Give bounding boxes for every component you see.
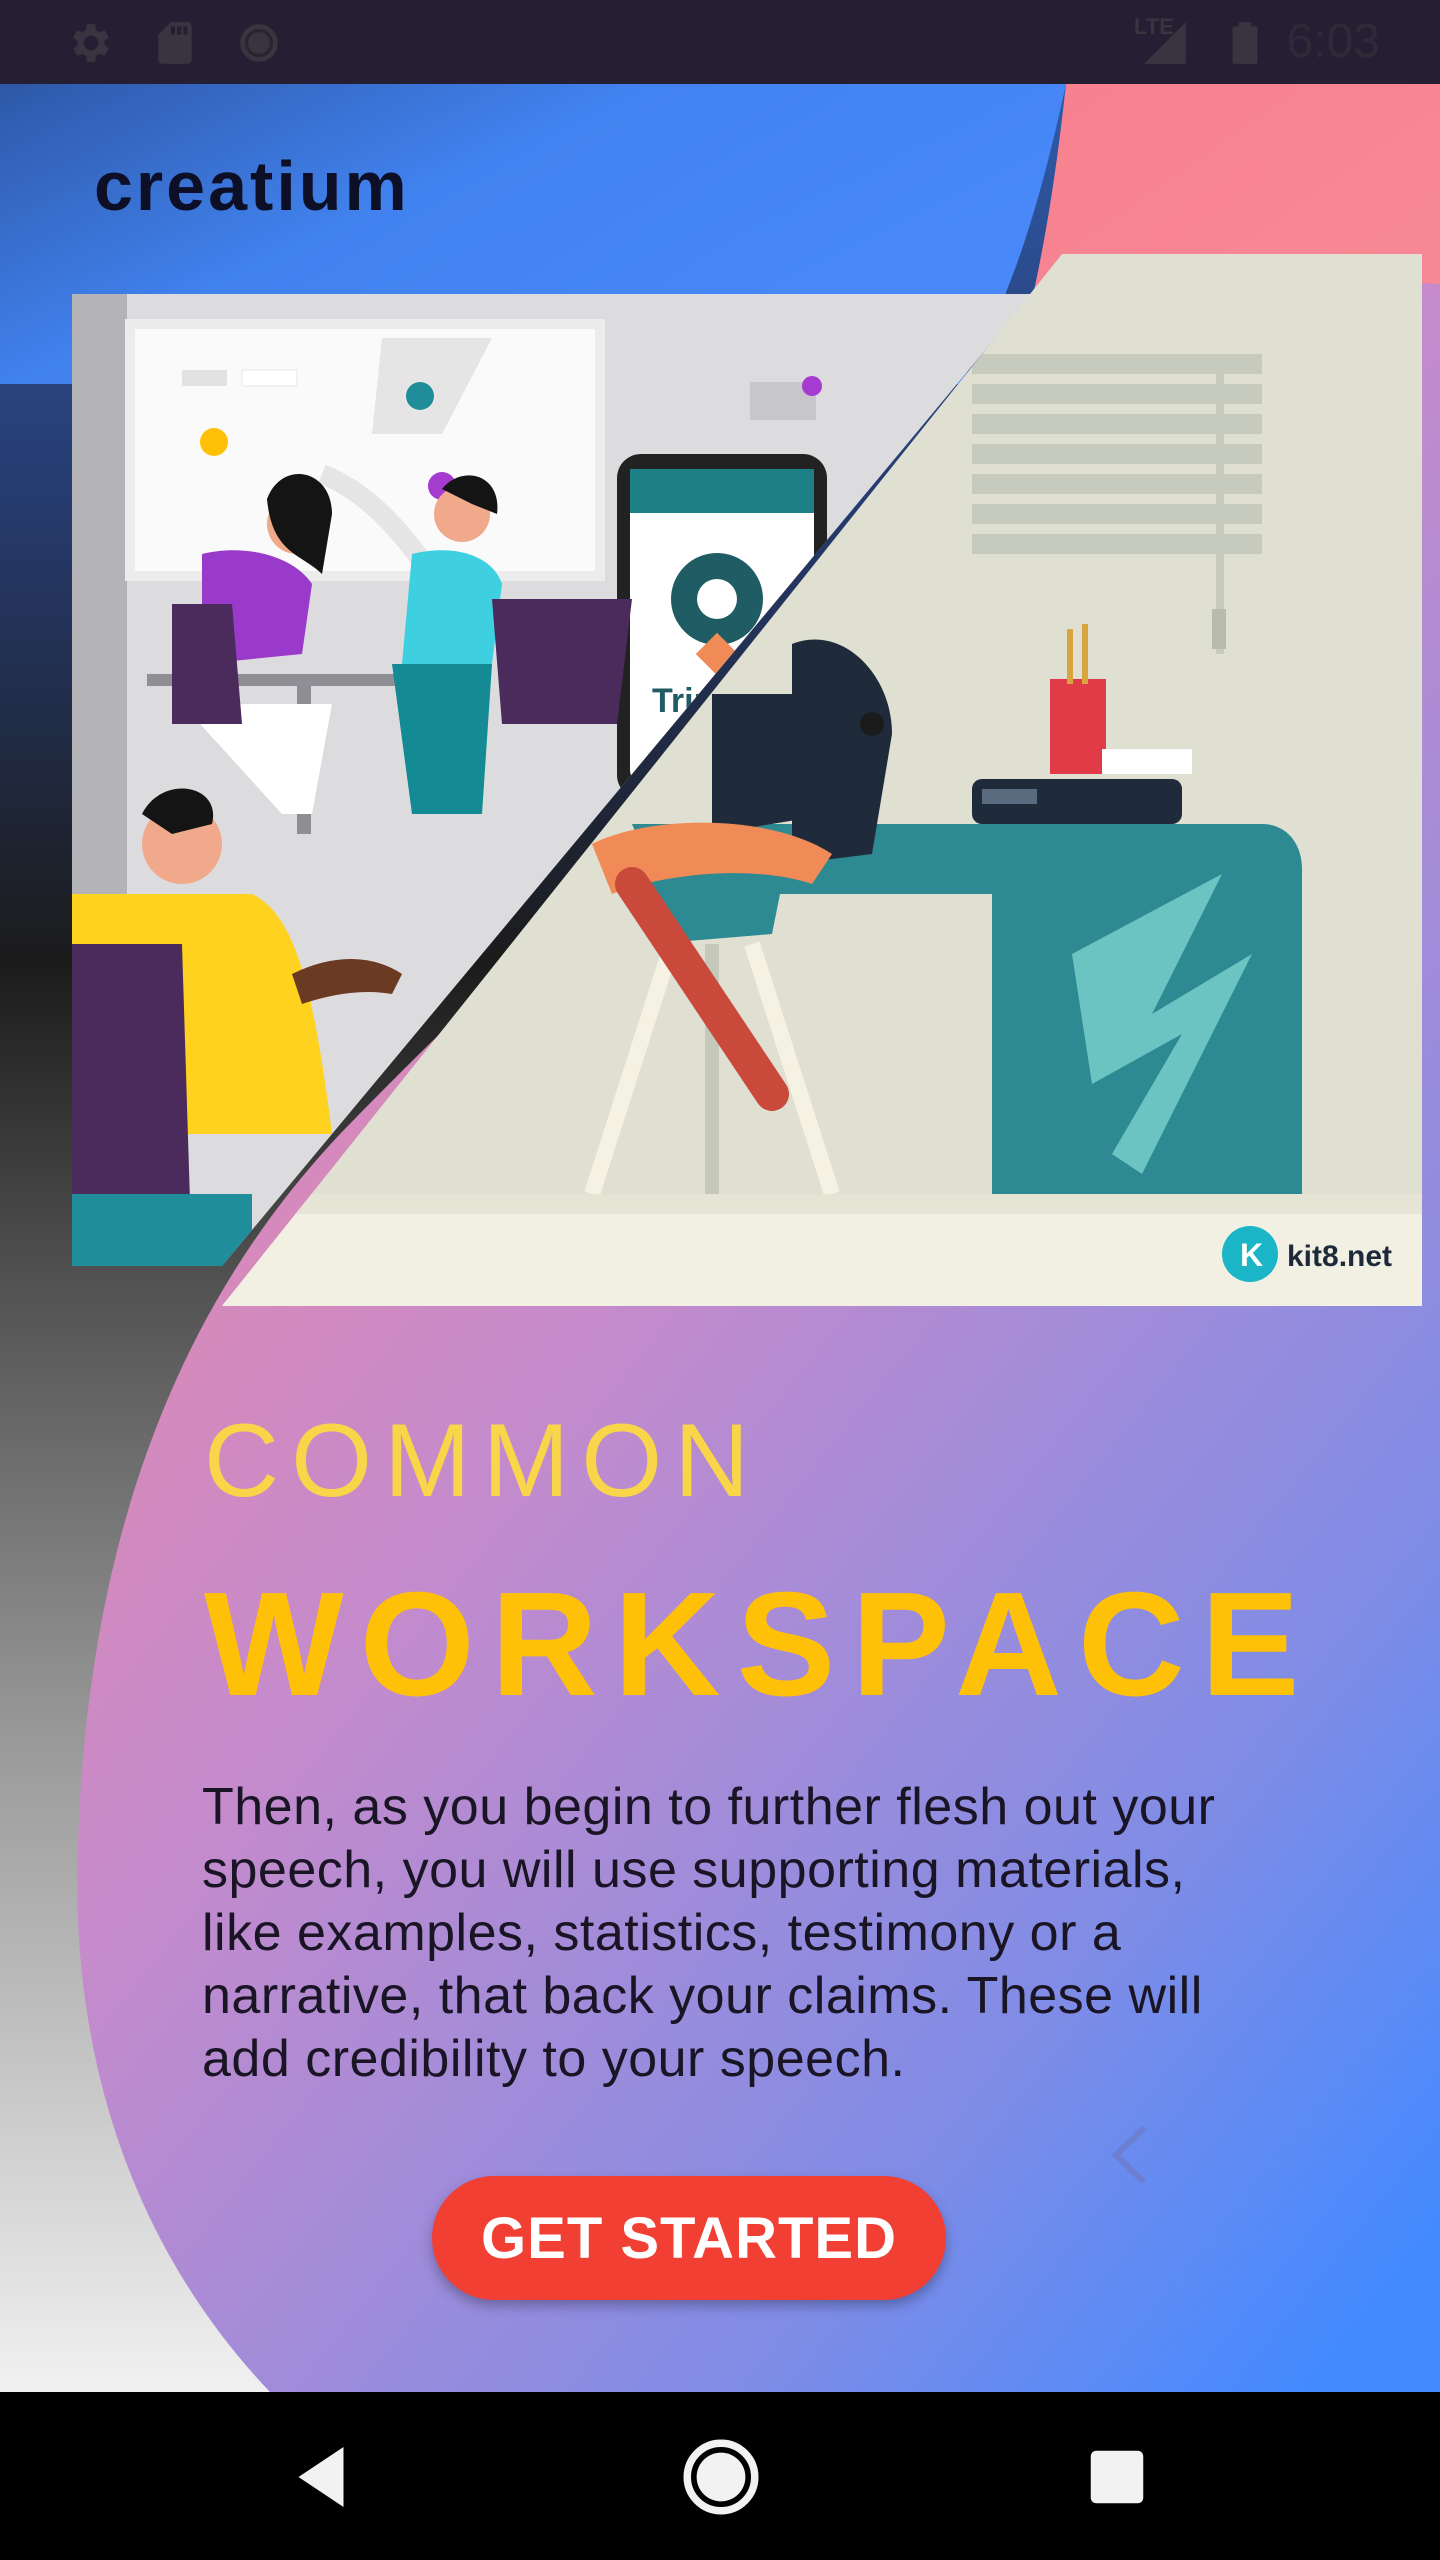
- heading-common: COMMON: [204, 1403, 762, 1519]
- svg-text:K: K: [1240, 1237, 1263, 1273]
- signal-icon: [1144, 22, 1186, 64]
- chevron-left-icon[interactable]: [1104, 2120, 1154, 2190]
- home-icon[interactable]: [676, 2432, 766, 2522]
- watermark-text: kit8.net: [1287, 1240, 1392, 1273]
- hero-illustration: TripPo K kit8.net: [72, 254, 1422, 1306]
- heading-workspace: WORKSPACE: [204, 1562, 1316, 1727]
- back-icon[interactable]: [276, 2432, 366, 2522]
- navigation-bar: [0, 2392, 1440, 2560]
- circle-icon: [240, 24, 278, 62]
- battery-icon: [1232, 22, 1258, 64]
- gear-icon: [73, 24, 109, 62]
- recents-icon[interactable]: [1072, 2432, 1162, 2522]
- get-started-button[interactable]: GET STARTED: [432, 2176, 946, 2300]
- sd-card-icon: [158, 22, 192, 64]
- brand-logo: creatium: [94, 147, 410, 225]
- status-bar: LTE 6:03: [0, 0, 1440, 84]
- description-text: Then, as you begin to further flesh out …: [202, 1778, 1216, 2088]
- clock: 6:03: [1286, 15, 1380, 68]
- onboarding-screen: creatium TripPo K kit8.net COMMON WORKSP…: [0, 84, 1440, 2392]
